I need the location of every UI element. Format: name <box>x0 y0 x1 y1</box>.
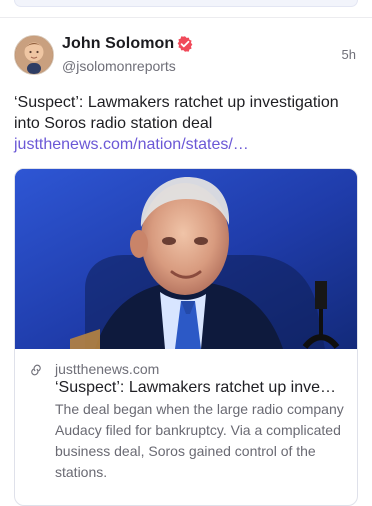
feed-divider <box>0 17 372 18</box>
link-preview-meta[interactable]: justthenews.com ‘Suspect’: Lawmakers rat… <box>15 349 357 505</box>
link-icon <box>27 363 45 377</box>
link-domain: justthenews.com <box>55 361 160 377</box>
author-name[interactable]: John Solomon <box>62 35 174 53</box>
author-handle[interactable]: @jsolomonreports <box>62 58 176 74</box>
link-description: The deal began when the large radio comp… <box>55 401 344 480</box>
author-avatar[interactable] <box>14 35 54 75</box>
link-preview-card[interactable]: justthenews.com ‘Suspect’: Lawmakers rat… <box>14 168 358 506</box>
post-text: ‘Suspect’: Lawmakers ratchet up investig… <box>14 94 339 132</box>
post-time: 5h <box>341 47 356 62</box>
link-preview-image <box>15 169 357 349</box>
previous-card-edge <box>14 0 358 7</box>
post-link[interactable]: justthenews.com/nation/states/… <box>14 134 249 155</box>
verified-badge-icon <box>176 35 194 53</box>
link-title[interactable]: ‘Suspect’: Lawmakers ratchet up inve… <box>55 378 347 398</box>
